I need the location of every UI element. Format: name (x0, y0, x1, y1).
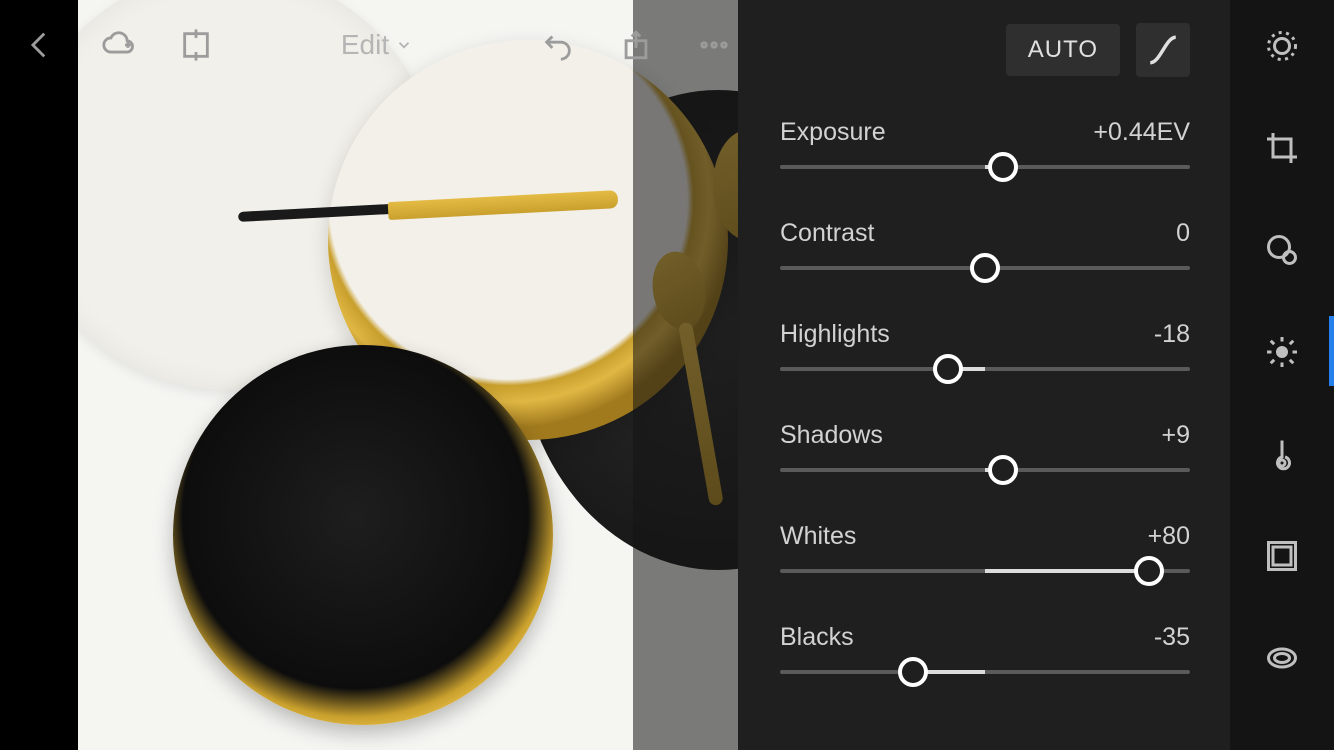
slider-label-row: Highlights -18 (780, 320, 1190, 349)
slider-row: Highlights -18 (780, 320, 1190, 371)
undo-icon[interactable] (538, 25, 578, 65)
slider-value: 0 (1176, 219, 1190, 248)
slider-track[interactable] (780, 165, 1190, 169)
mode-label: Edit (341, 29, 389, 61)
slider-handle[interactable] (933, 354, 963, 384)
slider-track[interactable] (780, 670, 1190, 674)
adjustments-panel: AUTO Exposure +0.44EV Contrast 0 Highlights -… (738, 0, 1230, 750)
slider-track[interactable] (780, 266, 1190, 270)
slider-track[interactable] (780, 367, 1190, 371)
mode-dropdown[interactable]: Edit (341, 29, 413, 61)
crop-icon[interactable] (1260, 126, 1304, 170)
slider-label: Highlights (780, 320, 890, 349)
photo-canvas[interactable] (78, 0, 738, 750)
slider-handle[interactable] (898, 657, 928, 687)
photo-shape (173, 345, 553, 725)
more-icon[interactable] (694, 25, 734, 65)
share-icon[interactable] (616, 25, 656, 65)
cloud-sync-icon[interactable] (98, 25, 138, 65)
back-icon[interactable] (20, 25, 60, 65)
slider-label: Exposure (780, 118, 886, 147)
slider-value: +80 (1148, 522, 1190, 551)
slider-value: +0.44EV (1093, 118, 1190, 147)
slider-value: -35 (1154, 623, 1190, 652)
sliders-list: Exposure +0.44EV Contrast 0 Highlights -18 Sha… (780, 118, 1190, 674)
slider-value: +9 (1161, 421, 1190, 450)
tone-curve-button[interactable] (1136, 23, 1190, 77)
slider-row: Exposure +0.44EV (780, 118, 1190, 169)
tool-rail (1230, 0, 1334, 750)
loupe-icon[interactable] (1260, 24, 1304, 68)
slider-track[interactable] (780, 468, 1190, 472)
slider-handle[interactable] (988, 152, 1018, 182)
slider-handle[interactable] (988, 455, 1018, 485)
temperature-icon[interactable] (1260, 432, 1304, 476)
crop-aspect-icon[interactable] (176, 25, 216, 65)
photo-dark-overlay (633, 0, 738, 750)
slider-handle[interactable] (970, 253, 1000, 283)
slider-label-row: Exposure +0.44EV (780, 118, 1190, 147)
tone-curve-icon (1146, 33, 1180, 67)
slider-handle[interactable] (1134, 556, 1164, 586)
slider-value: -18 (1154, 320, 1190, 349)
slider-label-row: Blacks -35 (780, 623, 1190, 652)
chevron-down-icon (395, 36, 413, 54)
slider-row: Contrast 0 (780, 219, 1190, 270)
auto-button[interactable]: AUTO (1006, 24, 1120, 76)
lens-correction-icon[interactable] (1260, 636, 1304, 680)
slider-row: Shadows +9 (780, 421, 1190, 472)
slider-label-row: Whites +80 (780, 522, 1190, 551)
slider-label: Whites (780, 522, 856, 551)
slider-label: Contrast (780, 219, 874, 248)
panel-header: AUTO (780, 18, 1190, 82)
slider-track[interactable] (780, 569, 1190, 573)
slider-row: Whites +80 (780, 522, 1190, 573)
slider-label-row: Contrast 0 (780, 219, 1190, 248)
healing-brush-icon[interactable] (1260, 228, 1304, 272)
slider-label: Blacks (780, 623, 854, 652)
slider-label: Shadows (780, 421, 883, 450)
slider-row: Blacks -35 (780, 623, 1190, 674)
light-panel-icon[interactable] (1260, 330, 1304, 374)
vignette-icon[interactable] (1260, 534, 1304, 578)
slider-label-row: Shadows +9 (780, 421, 1190, 450)
